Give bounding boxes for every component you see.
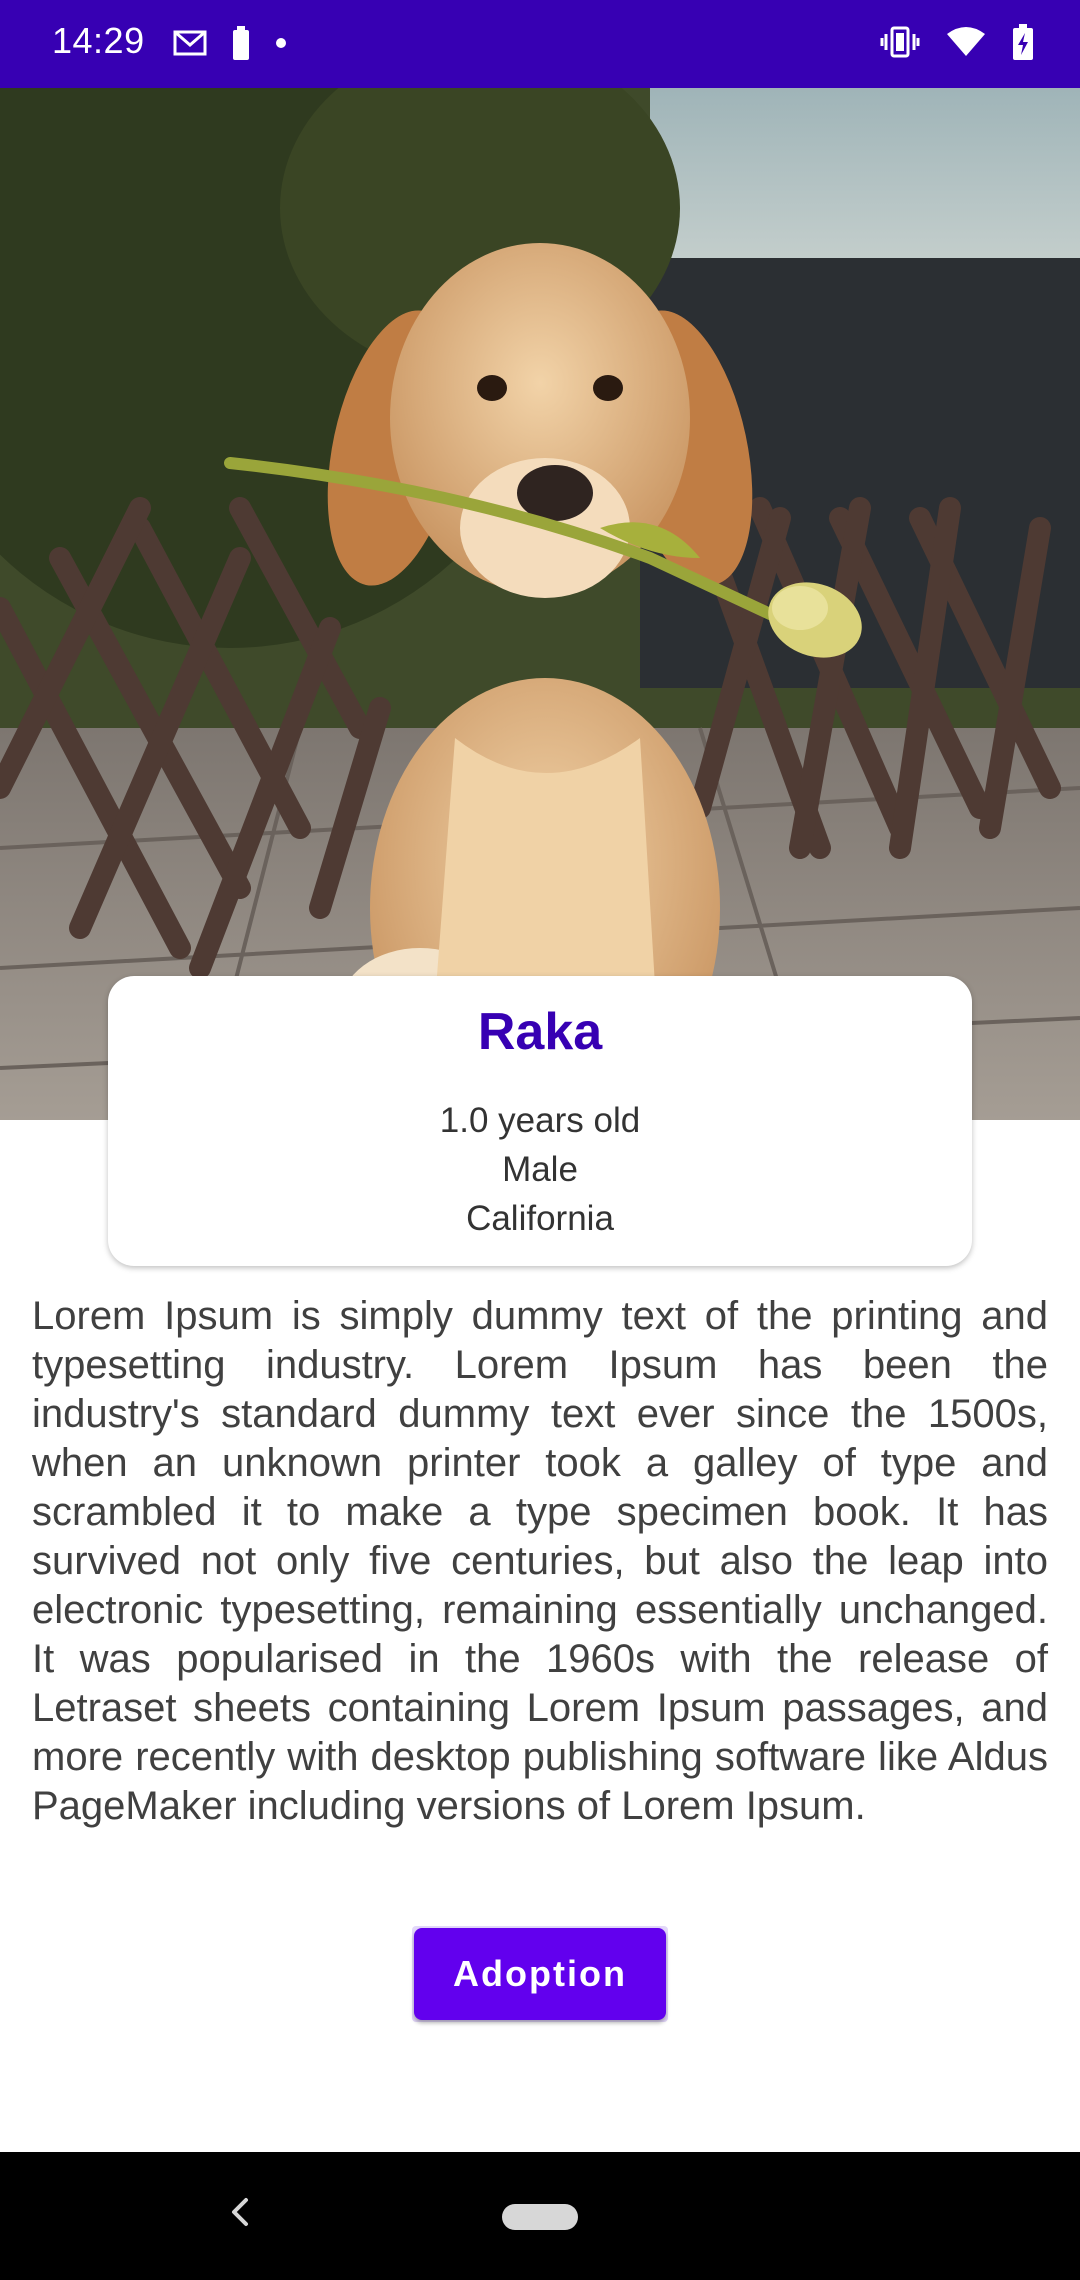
back-icon[interactable] [226,2192,256,2232]
pet-location: California [466,1199,614,1238]
battery-small-icon [232,26,250,60]
adopt-button[interactable]: Adoption [414,1928,666,2020]
vibrate-icon [880,26,920,58]
pet-photo [0,88,1080,1120]
status-right-icons [880,24,1034,60]
status-left-icons [172,26,288,60]
battery-charging-icon [1012,24,1034,60]
dot-icon [274,36,288,50]
pet-gender: Male [502,1150,578,1189]
wifi-icon [946,26,986,58]
pet-age: 1.0 years old [439,1101,641,1140]
home-pill-icon[interactable] [502,2204,578,2230]
gmail-icon [172,29,208,57]
status-time: 14:29 [52,20,145,61]
pet-description: Lorem Ipsum is simply dummy text of the … [32,1294,1048,1828]
pet-name: Raka [477,1003,603,1061]
pet-info-card: Raka 1.0 years old Male California [108,976,972,1266]
dog-with-tulip-photo [0,88,1080,1120]
status-bar: 14:29 [0,0,1080,88]
navigation-bar [0,2152,1080,2280]
